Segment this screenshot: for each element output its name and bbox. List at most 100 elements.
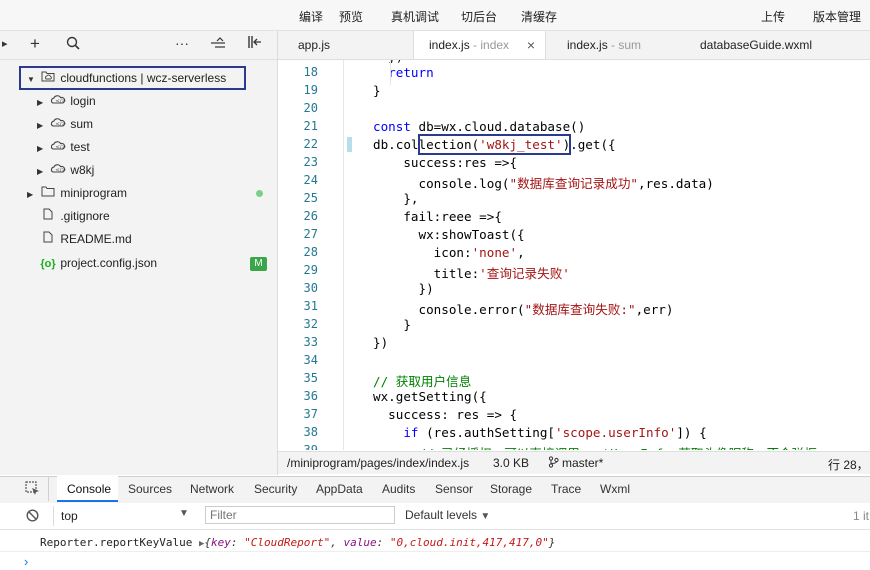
prompt-chevron-icon[interactable]: › [24, 554, 28, 569]
tab-app-js[interactable]: app.js [298, 31, 330, 59]
tree-item-project-config[interactable]: {o} project.config.json [39, 253, 157, 273]
collapse-arrow-icon[interactable]: ▸ [2, 37, 8, 50]
tree-item-label: login [70, 94, 96, 108]
preview-button[interactable]: 预览 [339, 8, 363, 25]
tab-label: app.js [298, 38, 331, 52]
tab-label: index.js [429, 38, 470, 52]
code-line: // 已经授权，可以直接调用 getUserInfo 获取头像昵称，不会弹框 [373, 443, 816, 450]
code-line: fail:reee =>{ [373, 209, 502, 224]
json-icon: {o} [40, 258, 56, 270]
tab-security[interactable]: Security [254, 482, 297, 496]
tab-index-js-active[interactable]: index.js - index × [413, 31, 546, 59]
svg-text:</>: </> [55, 99, 66, 105]
console-log-entry: Reporter.reportKeyValue ▶{key: "CloudRep… [40, 536, 556, 549]
context-select[interactable]: top ▼ [53, 506, 194, 526]
cloud-folder-icon [39, 68, 57, 88]
collapsed-arrow-icon: ▶ [27, 190, 34, 199]
code-line: success: res => { [373, 407, 518, 422]
tab-label: index.js [567, 38, 608, 52]
tree-item-test[interactable]: ▶ </> test [37, 137, 90, 157]
highlight-box [418, 134, 571, 155]
device-debug-button[interactable]: 真机调试 [391, 8, 439, 25]
tab-index-js-sum[interactable]: index.js - sum [567, 31, 641, 59]
filter-input[interactable] [205, 506, 395, 524]
tab-sensor[interactable]: Sensor [435, 482, 473, 496]
divider [0, 551, 870, 552]
more-icon[interactable]: ··· [175, 35, 189, 51]
code-line: }, [373, 191, 419, 206]
log-key: key [211, 536, 231, 549]
file-path: /miniprogram/pages/index/index.js [287, 456, 470, 470]
tab-wxml[interactable]: Wxml [600, 482, 630, 496]
tree-item-login[interactable]: ▶ </> login [37, 91, 96, 111]
indent-guide [343, 60, 344, 450]
collapsed-arrow-icon: ▶ [37, 144, 44, 153]
tab-network[interactable]: Network [190, 482, 234, 496]
tab-sublabel: - index [469, 38, 510, 52]
dropdown-arrow-icon: ▼ [179, 508, 189, 519]
line-number: 29 [303, 263, 318, 277]
indent-guide [390, 60, 391, 85]
top-toolbar: 编译 预览 真机调试 切后台 清缓存 上传 版本管理 [0, 0, 870, 31]
cloud-function-icon: </> [49, 114, 67, 134]
tab-storage[interactable]: Storage [490, 482, 532, 496]
cursor-position: 行 28， [828, 458, 869, 472]
add-icon[interactable]: + [30, 34, 40, 54]
status-bar: /miniprogram/pages/index/index.js 3.0 KB… [278, 451, 870, 474]
tree-item-readme[interactable]: README.md [39, 229, 132, 249]
line-number: 18 [303, 65, 318, 79]
tree-item-label: w8kj [70, 163, 95, 177]
dropdown-arrow-icon: ▼ [480, 511, 491, 522]
clear-cache-button[interactable]: 清缓存 [521, 8, 557, 25]
divider [48, 477, 49, 501]
background-button[interactable]: 切后台 [461, 8, 497, 25]
tab-sources[interactable]: Sources [128, 482, 172, 496]
sort-icon[interactable] [211, 36, 225, 52]
line-number: 28 [303, 245, 318, 259]
upload-button[interactable]: 上传 [761, 8, 785, 25]
git-branch-icon [548, 456, 559, 471]
search-icon[interactable] [66, 36, 80, 53]
version-manage-button[interactable]: 版本管理 [813, 8, 861, 25]
line-number: 35 [303, 371, 318, 385]
svg-text:</>: </> [55, 168, 66, 174]
code-line: return [388, 65, 434, 80]
tab-appdata[interactable]: AppData [316, 482, 363, 496]
compile-button[interactable]: 编译 [299, 8, 323, 25]
file-icon [39, 206, 57, 226]
code-editor[interactable]: }) 18 19 20 21 22 23 24 25 26 27 28 29 30 31 32 33 34 35 3… [278, 60, 870, 450]
cloud-function-icon: </> [49, 137, 67, 157]
line-number: 24 [303, 173, 318, 187]
code-line: console.error("数据库查询失败:",err) [373, 302, 674, 317]
tree-item-w8kj[interactable]: ▶ </> w8kj [37, 160, 94, 180]
log-function: Reporter.reportKeyValue [40, 536, 193, 549]
cloud-function-icon: </> [49, 91, 67, 111]
levels-select[interactable]: Default levels ▼ [405, 508, 490, 522]
tree-item-label: README.md [60, 232, 132, 246]
folder-icon [39, 183, 57, 203]
tab-trace[interactable]: Trace [551, 482, 581, 496]
svg-text:</>: </> [55, 122, 66, 128]
close-icon[interactable]: × [527, 31, 535, 59]
line-number: 38 [303, 425, 318, 439]
tree-item-gitignore[interactable]: .gitignore [39, 206, 110, 226]
line-number: 34 [303, 353, 318, 367]
tree-item-miniprogram[interactable]: ▶ miniprogram [27, 183, 127, 203]
tree-item-sum[interactable]: ▶ </> sum [37, 114, 93, 134]
collapse-all-icon[interactable] [247, 35, 263, 52]
code-line: } [373, 317, 411, 332]
modified-dot-icon [256, 190, 263, 197]
code-line: }) [373, 60, 403, 64]
modified-badge: M [250, 257, 267, 271]
tab-database-guide[interactable]: databaseGuide.wxml [700, 31, 812, 59]
tree-item-label: project.config.json [60, 256, 158, 270]
line-number: 23 [303, 155, 318, 169]
tab-sublabel: - sum [607, 38, 642, 52]
tab-audits[interactable]: Audits [382, 482, 415, 496]
inspect-icon[interactable] [25, 481, 40, 499]
tree-root-cloudfunctions[interactable]: ▼ cloudfunctions | wcz-serverless [27, 68, 226, 88]
console-output: Reporter.reportKeyValue ▶{key: "CloudRep… [0, 530, 870, 570]
tab-console[interactable]: Console [67, 482, 111, 496]
clear-console-icon[interactable] [26, 509, 39, 525]
git-branch[interactable]: master* [562, 456, 603, 470]
